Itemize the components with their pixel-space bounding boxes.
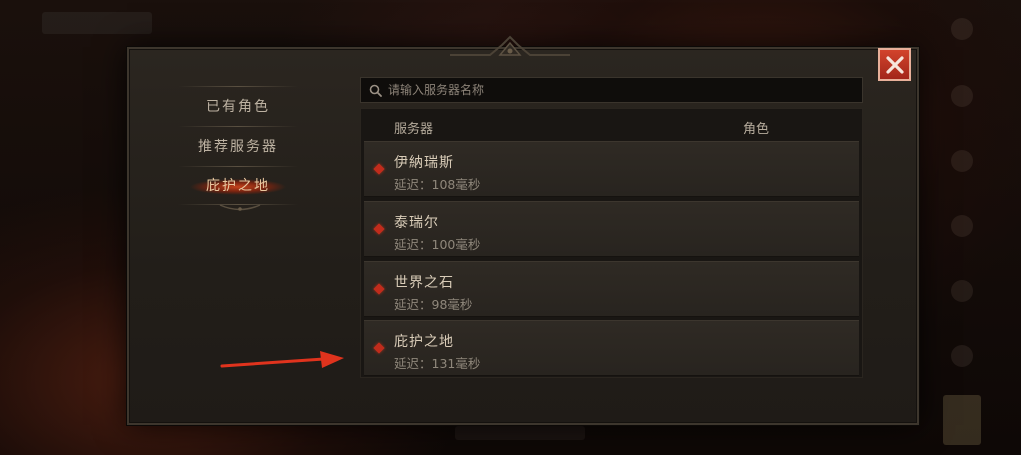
server-name: 伊納瑞斯 xyxy=(394,155,454,171)
menu-ornament-icon xyxy=(219,204,261,211)
column-header-server: 服务器 xyxy=(394,122,434,137)
server-latency: 延迟：108毫秒 xyxy=(394,177,481,192)
server-latency: 延迟：98毫秒 xyxy=(394,297,473,312)
background-hud-element xyxy=(42,12,152,34)
menu-item-sanctuary[interactable]: 庇护之地 xyxy=(176,166,300,204)
menu-item-label: 推荐服务器 xyxy=(198,139,278,155)
arrow-icon xyxy=(220,351,344,368)
search-icon xyxy=(369,84,382,97)
diamond-icon xyxy=(373,283,385,295)
side-icon xyxy=(951,85,973,107)
background-hud-element xyxy=(455,426,585,440)
server-latency: 延迟：100毫秒 xyxy=(394,237,481,252)
server-row[interactable]: 泰瑞尔 延迟：100毫秒 xyxy=(364,201,859,257)
server-row[interactable]: 伊納瑞斯 延迟：108毫秒 xyxy=(364,141,859,197)
server-name: 泰瑞尔 xyxy=(394,215,439,231)
diamond-icon xyxy=(373,163,385,175)
server-row[interactable]: 庇护之地 延迟：131毫秒 xyxy=(364,320,859,376)
close-icon xyxy=(885,55,904,74)
side-icon xyxy=(951,18,973,40)
server-latency: 延迟：131毫秒 xyxy=(394,356,481,371)
menu-item-label: 庇护之地 xyxy=(206,178,270,194)
server-name: 世界之石 xyxy=(394,275,454,291)
server-row[interactable]: 世界之石 延迟：98毫秒 xyxy=(364,261,859,317)
menu-item-existing-characters[interactable]: 已有角色 xyxy=(176,87,300,125)
crest-ornament-icon xyxy=(450,35,570,56)
search-input[interactable] xyxy=(388,83,848,97)
side-icon xyxy=(951,345,973,367)
diamond-icon xyxy=(373,223,385,235)
side-icon xyxy=(951,280,973,302)
close-button[interactable] xyxy=(878,48,911,81)
column-header-role: 角色 xyxy=(743,122,770,137)
list-header: 服务器 角色 xyxy=(360,113,863,139)
background-side-icons xyxy=(941,0,981,455)
menu-item-label: 已有角色 xyxy=(206,99,270,115)
server-name: 庇护之地 xyxy=(394,334,454,350)
side-card xyxy=(943,395,981,445)
diamond-icon xyxy=(373,342,385,354)
menu-item-recommended-servers[interactable]: 推荐服务器 xyxy=(176,127,300,165)
side-icon xyxy=(951,215,973,237)
side-icon xyxy=(951,150,973,172)
server-search-box[interactable] xyxy=(360,77,863,103)
